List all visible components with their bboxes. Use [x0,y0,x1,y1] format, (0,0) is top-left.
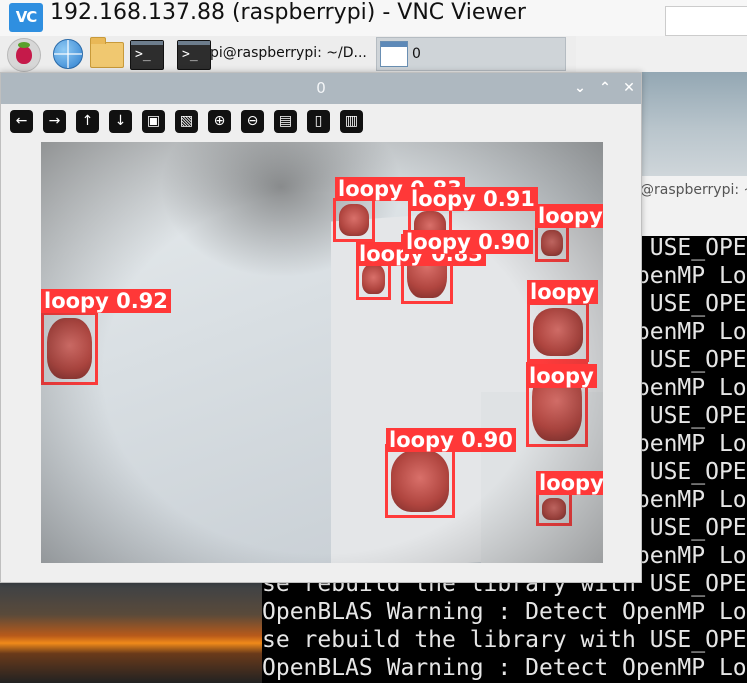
close-button[interactable]: ✕ [621,80,637,96]
taskbar-window-label: 0 [412,46,421,62]
terminal-line: OpenBLAS Warning : Detect OpenMP Lo [262,599,747,625]
detection-label: loopy [526,364,597,388]
detection-label: loopy 0.90 [386,428,516,452]
taskbar-tray [576,36,747,72]
background-photo [640,72,747,176]
vnc-window-title: 192.168.137.88 (raspberrypi) - VNC Viewe… [50,0,526,25]
image-icon[interactable]: ▣ [142,110,165,133]
back-arrow-icon[interactable]: ← [10,110,33,133]
taskbar-terminal-task[interactable]: >_ pi@raspberrypi: ~/D... [177,36,367,72]
detection-image[interactable]: loopy 0.83 loopy 0.91 loopy loopy 0.83 loopy… [41,142,603,563]
zoom-out-icon[interactable]: ⊖ [241,110,264,133]
terminal-line: OpenBLAS Warning : Detect OpenMP Lo [262,655,747,681]
raspberry-menu-icon[interactable] [7,38,41,72]
terminal-launcher-icon[interactable]: >_ [130,40,164,70]
detection-label: loopy [527,280,598,304]
save-icon[interactable]: ▤ [274,110,297,133]
copy-icon[interactable]: ▯ [307,110,330,133]
paint-icon[interactable]: ▥ [340,110,363,133]
minimize-button[interactable]: ⌄ [572,80,588,96]
terminal-line: se rebuild the library with USE_OPE [262,627,747,653]
vnc-logo-icon: VC [9,3,43,32]
detection-label: loopy 0.91 [408,187,538,211]
image-settings-icon[interactable]: ▧ [175,110,198,133]
detection-label: loopy [536,471,603,495]
vnc-titlebar: VC 192.168.137.88 (raspberrypi) - VNC Vi… [0,0,747,37]
detection-label: loopy 0.92 [41,289,171,313]
desktop-wallpaper [0,578,262,683]
up-arrow-icon[interactable]: ↑ [76,110,99,133]
maximize-button[interactable]: ⌃ [597,80,613,96]
image-window-titlebar[interactable]: 0 ⌄ ⌃ ✕ [1,73,641,104]
vnc-toolbar-area [665,6,747,36]
folder-icon[interactable] [90,37,124,68]
taskbar-terminal-label: pi@raspberrypi: ~/D... [210,45,367,61]
window-icon [380,41,408,67]
globe-icon[interactable] [53,39,83,69]
forward-arrow-icon[interactable]: → [43,110,66,133]
zoom-in-icon[interactable]: ⊕ [208,110,231,133]
background-terminal-title: @raspberrypi: ~ [640,182,747,198]
taskbar-window-task[interactable]: 0 [376,37,566,71]
down-arrow-icon[interactable]: ↓ [109,110,132,133]
image-window-title: 0 [316,79,326,97]
image-viewer-window: 0 ⌄ ⌃ ✕ ← → ↑ ↓ ▣ ▧ ⊕ ⊖ ▤ ▯ ▥ loopy 0.83 loopy 0.91… [0,72,642,583]
detection-label: loopy 0.90 [403,230,533,254]
terminal-icon: >_ [177,40,211,70]
detection-label: loopy [535,204,603,228]
